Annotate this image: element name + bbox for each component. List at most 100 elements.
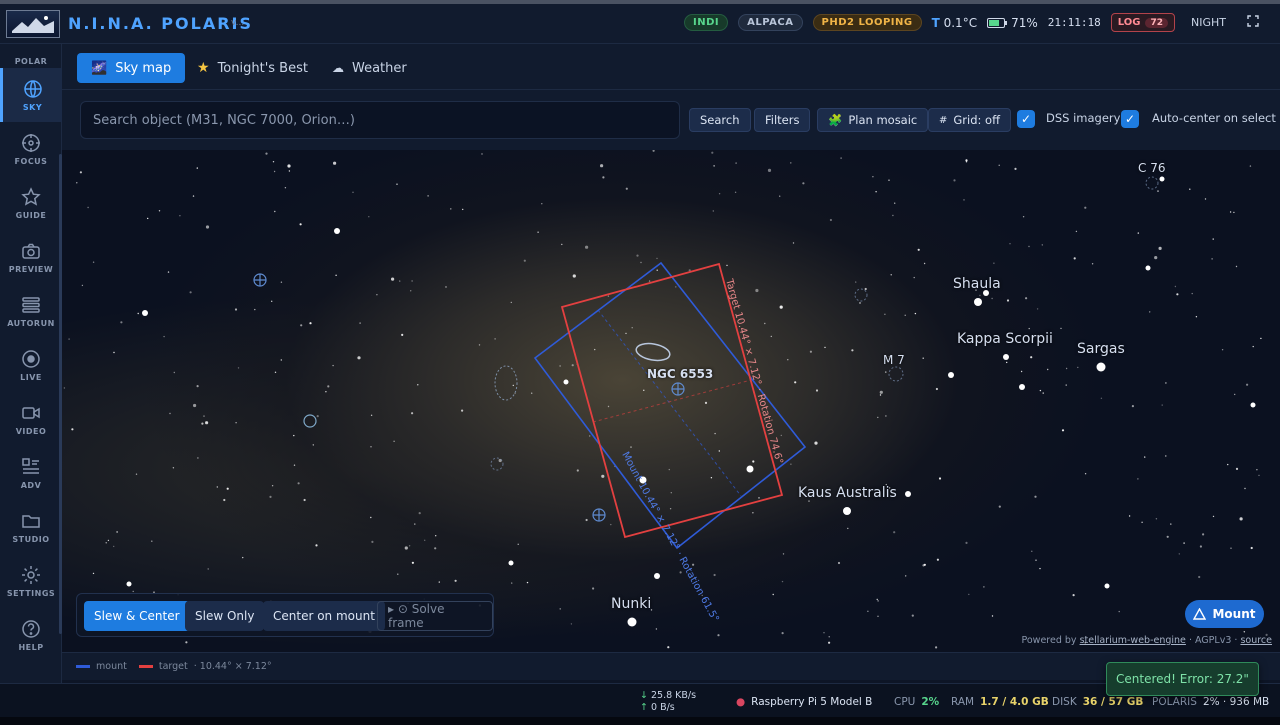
mount-swatch [76, 665, 90, 668]
background-star [802, 182, 805, 185]
source-link[interactable]: source [1240, 635, 1272, 646]
temperature-prefix: T [931, 15, 940, 30]
sidebar-item-help[interactable]: HELP [0, 608, 62, 662]
sidebar-item-focus[interactable]: FOCUS [0, 122, 62, 176]
background-star [935, 387, 939, 391]
background-star [1047, 368, 1049, 371]
sidebar-item-autorun[interactable]: AUTORUN [0, 284, 62, 338]
ram-value: 1.7 / 4.0 GB [980, 696, 1049, 708]
background-star [120, 321, 123, 324]
label-kaus-australis[interactable]: Kaus Australis [798, 485, 897, 501]
credits: Powered by stellarium-web-engine · AGPLv… [1021, 635, 1272, 646]
sidebar-item-video[interactable]: VIDEO [0, 392, 62, 446]
background-star [167, 271, 170, 273]
background-star [734, 191, 737, 193]
label-kappa-scorpii[interactable]: Kappa Scorpii [957, 331, 1053, 347]
sidebar-item-preview[interactable]: PREVIEW [0, 230, 62, 284]
background-star [1073, 257, 1076, 260]
sidebar-item-live[interactable]: LIVE [0, 338, 62, 392]
background-star [1221, 349, 1224, 351]
indi-status-badge[interactable]: INDI [684, 14, 729, 31]
background-star [196, 385, 199, 388]
background-star [511, 582, 513, 584]
background-star [668, 468, 670, 471]
label-shaula[interactable]: Shaula [953, 276, 1001, 292]
search-input[interactable] [80, 101, 680, 139]
background-star [600, 164, 604, 168]
sidebar-item-adv[interactable]: ADV [0, 446, 62, 500]
tab-weather[interactable]: ☁ Weather [318, 53, 421, 83]
night-mode-button[interactable]: NIGHT [1185, 13, 1232, 32]
background-star [1072, 594, 1075, 597]
background-star [917, 248, 920, 251]
background-star [462, 208, 464, 211]
grid-toggle-button[interactable]: # Grid: off [928, 108, 1012, 132]
background-star [823, 632, 825, 634]
filters-button[interactable]: Filters [754, 108, 811, 132]
background-star [197, 457, 199, 459]
background-star [640, 261, 642, 264]
background-star [206, 422, 208, 424]
label-m7[interactable]: M 7 [883, 353, 905, 367]
sidebar-item-label: ADV [20, 480, 42, 490]
background-star [1060, 327, 1062, 330]
sidebar-item-settings[interactable]: SETTINGS [0, 554, 62, 608]
bottom-strip [0, 717, 1280, 725]
slew-only-button[interactable]: Slew Only [185, 601, 265, 631]
top-header: N.I.N.A. POLARIS v... INDI ALPACA PHD2 L… [0, 0, 1280, 44]
tab-tonights-best[interactable]: ★ Tonight's Best [183, 53, 322, 83]
center-on-mount-button[interactable]: Center on mount [263, 601, 385, 631]
background-star [1100, 397, 1103, 399]
background-star [828, 636, 830, 638]
sidebar-item-sky[interactable]: SKY [0, 68, 62, 122]
sidebar-item-studio[interactable]: STUDIO [0, 500, 62, 554]
background-star [284, 187, 287, 189]
log-label: LOG [1117, 17, 1141, 28]
auto-center-checkbox[interactable]: ✓ [1121, 110, 1139, 128]
background-star [435, 535, 437, 537]
search-button[interactable]: Search [689, 108, 751, 132]
stellarium-link[interactable]: stellarium-web-engine [1080, 635, 1186, 646]
plan-mosaic-button[interactable]: 🧩 Plan mosaic [817, 108, 929, 132]
background-star [427, 195, 429, 197]
centered-toast[interactable]: Centered! Error: 27.2" [1106, 662, 1259, 696]
background-star [235, 422, 237, 424]
background-star [998, 164, 1000, 166]
background-star [1077, 366, 1079, 369]
background-star [815, 389, 819, 392]
background-star [1233, 211, 1235, 214]
phd2-status-badge[interactable]: PHD2 LOOPING [812, 14, 922, 31]
background-star [163, 335, 165, 338]
label-sargas[interactable]: Sargas [1077, 341, 1125, 357]
background-star [169, 412, 171, 415]
background-star [1243, 631, 1246, 633]
label-nunki[interactable]: Nunki [611, 596, 651, 612]
background-star [585, 245, 589, 249]
slew-and-center-button[interactable]: Slew & Center [84, 601, 190, 631]
solve-frame-button[interactable]: ▸ ⊙ Solve frame [377, 601, 493, 631]
background-star [481, 153, 483, 155]
camera-icon [22, 243, 40, 259]
background-star [879, 390, 883, 394]
sky-map-canvas[interactable]: Target 10.44° × 7.12° · Rotation 74.6° M… [62, 150, 1280, 652]
app-title: N.I.N.A. POLARIS [68, 14, 253, 33]
background-star [411, 280, 413, 282]
fullscreen-icon[interactable] [1242, 14, 1264, 31]
background-star [877, 615, 879, 617]
background-star [837, 561, 841, 565]
label-ngc-6553[interactable]: NGC 6553 [647, 367, 713, 381]
polaris-stat: POLARIS 2% · 936 MB [1152, 696, 1269, 708]
dss-imagery-checkbox[interactable]: ✓ [1017, 110, 1035, 128]
background-star [572, 274, 576, 278]
background-star [411, 412, 414, 415]
background-star [370, 446, 372, 448]
sidebar-item-guide[interactable]: GUIDE [0, 176, 62, 230]
background-star [434, 547, 437, 550]
alpaca-status-badge[interactable]: ALPACA [738, 14, 803, 31]
label-c76[interactable]: C 76 [1138, 161, 1165, 175]
mount-button[interactable]: Mount [1185, 600, 1264, 628]
download-arrow-icon: ↓ [640, 690, 648, 701]
tab-sky-map[interactable]: 🌌 Sky map [77, 53, 186, 83]
background-star [113, 545, 115, 548]
log-button[interactable]: LOG 72 [1110, 13, 1175, 32]
